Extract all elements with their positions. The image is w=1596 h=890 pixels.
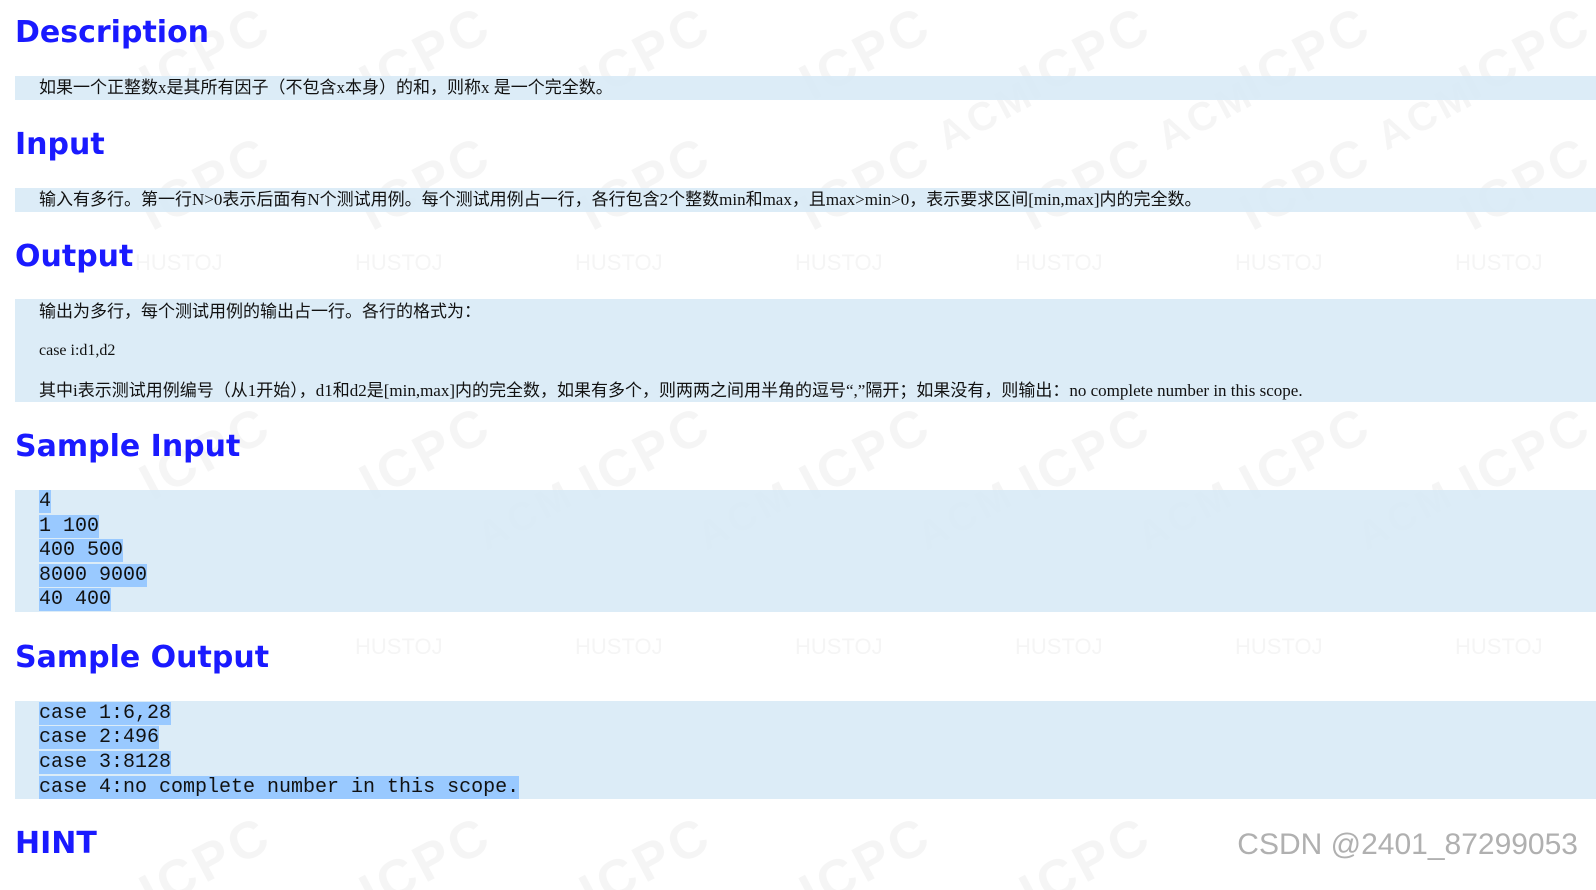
input-text: 输入有多行。第一行N>0表示后面有N个测试用例。每个测试用例占一行，各行包含2个… — [39, 190, 1202, 209]
watermark-icpc: ICPC — [1230, 125, 1382, 243]
description-text: 如果一个正整数x是其所有因子（不包含x本身）的和，则称x 是一个完全数。 — [39, 78, 613, 97]
sample-output-heading: Sample Output — [15, 640, 270, 675]
watermark-hustoj: HUSTOJ — [795, 250, 883, 275]
watermark-hustoj: HUSTOJ — [135, 250, 223, 275]
output-format-line: case i:d1,d2 — [39, 342, 116, 359]
watermark-hustoj: HUSTOJ — [575, 250, 663, 275]
selected-text: case 3:8128 — [39, 751, 172, 774]
sample-input-block[interactable] — [15, 490, 1596, 612]
selected-text: 1 100 — [39, 515, 100, 538]
watermark-icpc: ICPC — [570, 125, 722, 243]
watermark-icpc: ICPC — [350, 125, 502, 243]
selected-text: case 4:no complete number in this scope. — [39, 776, 520, 799]
sample-input-line[interactable]: 8000 9000 — [39, 564, 148, 588]
sample-output-line[interactable]: case 3:8128 — [39, 751, 172, 775]
sample-output-line[interactable]: case 1:6,28 — [39, 702, 172, 726]
output-text-line3: 其中i表示测试用例编号（从1开始），d1和d2是[min,max]内的完全数，如… — [39, 381, 1303, 400]
watermark-hustoj: HUSTOJ — [575, 634, 663, 659]
sample-input-line[interactable]: 1 100 — [39, 515, 100, 539]
selected-text: 400 500 — [39, 539, 124, 562]
watermark-hustoj: HUSTOJ — [355, 634, 443, 659]
selected-text: case 1:6,28 — [39, 702, 172, 725]
watermark-hustoj: HUSTOJ — [1235, 634, 1323, 659]
description-heading: Description — [15, 15, 210, 50]
watermark-icpc: ICPC — [130, 125, 282, 243]
output-heading: Output — [15, 239, 134, 274]
watermark-icpc: ICPC — [570, 805, 722, 890]
selected-text: 8000 9000 — [39, 564, 148, 587]
watermark-icpc: ICPC — [1010, 805, 1162, 890]
sample-input-line[interactable]: 4 — [39, 490, 52, 514]
watermark-hustoj: HUSTOJ — [795, 634, 883, 659]
watermark-hustoj: HUSTOJ — [1235, 250, 1323, 275]
sample-input-line[interactable]: 400 500 — [39, 539, 124, 563]
watermark-hustoj: HUSTOJ — [355, 250, 443, 275]
selected-text: case 2:496 — [39, 726, 160, 749]
input-heading: Input — [15, 127, 105, 162]
sample-input-heading: Sample Input — [15, 429, 241, 464]
watermark-icpc: ICPC — [790, 125, 942, 243]
watermark-hustoj: HUSTOJ — [1015, 634, 1103, 659]
output-text-line1: 输出为多行，每个测试用例的输出占一行。各行的格式为： — [39, 302, 481, 321]
watermark-icpc: ICPC — [350, 805, 502, 890]
watermark-icpc: ICPC — [1450, 125, 1596, 243]
watermark-hustoj: HUSTOJ — [1455, 634, 1543, 659]
sample-output-line[interactable]: case 2:496 — [39, 726, 160, 750]
sample-input-line[interactable]: 40 400 — [39, 588, 112, 612]
selected-text: 40 400 — [39, 588, 112, 611]
watermark-icpc: ICPC — [1010, 125, 1162, 243]
sample-output-line[interactable]: case 4:no complete number in this scope. — [39, 776, 520, 800]
selected-text: 4 — [39, 490, 52, 513]
watermark-hustoj: HUSTOJ — [1455, 250, 1543, 275]
problem-page: ICPC ICPC ICPC ICPC ICPC ICPC ICPC ICPC … — [0, 0, 1596, 890]
watermark-hustoj: HUSTOJ — [1015, 250, 1103, 275]
watermark-icpc: ICPC — [790, 805, 942, 890]
hint-heading: HINT — [15, 826, 97, 861]
csdn-watermark: CSDN @2401_87299053 — [1237, 828, 1578, 861]
watermark-icpc: ICPC — [130, 805, 282, 890]
